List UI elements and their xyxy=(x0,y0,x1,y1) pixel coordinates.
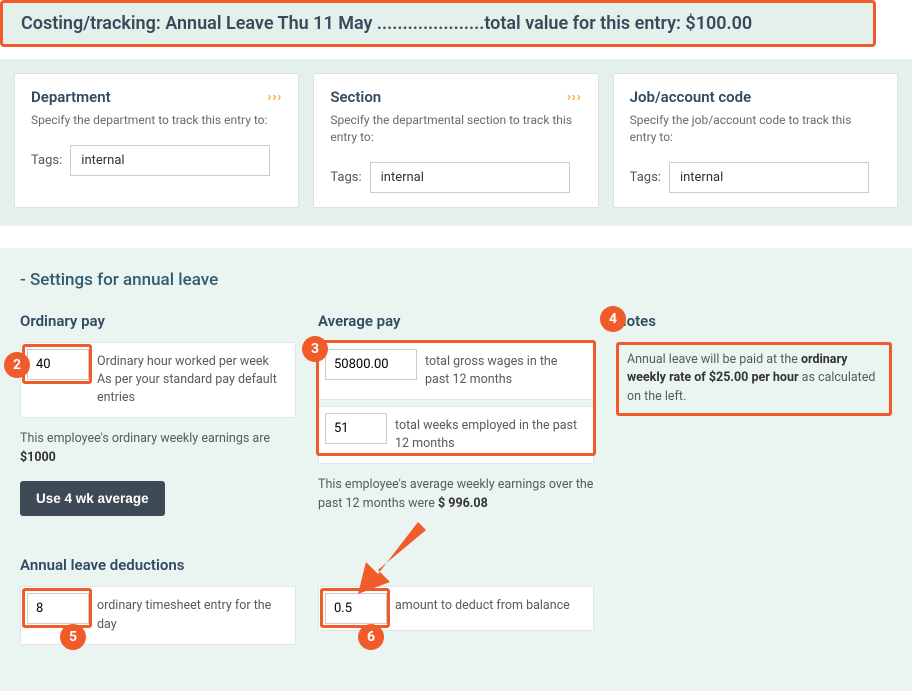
annotation-badge-3: 3 xyxy=(302,336,328,362)
section-title: Section xyxy=(330,88,381,106)
department-tags-input[interactable] xyxy=(70,145,270,176)
jobcode-tags-label: Tags: xyxy=(630,170,661,185)
ordinary-pay-column: Ordinary pay Ordinary hour worked per we… xyxy=(20,312,296,517)
use-4wk-average-button[interactable]: Use 4 wk average xyxy=(20,481,165,516)
notes-title: Notes xyxy=(616,312,892,330)
chevron-right-icon[interactable]: ››› xyxy=(567,90,582,105)
highlight-box-5 xyxy=(22,588,92,628)
chevron-right-icon[interactable]: ››› xyxy=(268,90,283,105)
ordinary-earnings-note: This employee's ordinary weekly earnings… xyxy=(20,430,296,468)
highlight-box-2 xyxy=(22,344,92,384)
jobcode-tags-input[interactable] xyxy=(669,162,869,193)
ordinary-pay-title: Ordinary pay xyxy=(20,312,296,330)
section-tags-input[interactable] xyxy=(370,162,570,193)
deductions-title: Annual leave deductions xyxy=(20,556,296,574)
annotation-badge-5: 5 xyxy=(60,624,86,650)
highlight-box-6 xyxy=(320,588,390,628)
department-tags-label: Tags: xyxy=(31,153,62,168)
section-card: Section ››› Specify the departmental sec… xyxy=(313,73,598,208)
annotation-badge-4: 4 xyxy=(600,306,626,332)
timesheet-entry-desc: ordinary timesheet entry for the day xyxy=(95,587,295,643)
notes-column: Notes 4 Annual leave will be paid at the… xyxy=(616,312,892,517)
jobcode-title: Job/account code xyxy=(630,88,752,106)
settings-region: - Settings for annual leave Ordinary pay… xyxy=(0,248,912,691)
ordinary-hours-desc: Ordinary hour worked per week As per you… xyxy=(95,343,295,417)
department-card: Department ››› Specify the department to… xyxy=(14,73,299,208)
highlight-box-3 xyxy=(316,340,596,456)
tracking-cards-row: Department ››› Specify the department to… xyxy=(0,59,912,226)
average-pay-column: Average pay 3 total gross wages in the p… xyxy=(318,312,594,517)
department-help: Specify the department to track this ent… xyxy=(31,112,282,129)
annotation-badge-6: 6 xyxy=(358,624,384,650)
deduct-amount-desc: amount to deduct from balance xyxy=(393,587,593,625)
jobcode-help: Specify the job/account code to track th… xyxy=(630,112,881,146)
average-pay-title: Average pay xyxy=(318,312,594,330)
costing-header-bar: Costing/tracking: Annual Leave Thu 11 Ma… xyxy=(0,0,876,47)
section-help: Specify the departmental section to trac… xyxy=(330,112,581,146)
department-title: Department xyxy=(31,88,111,106)
section-tags-label: Tags: xyxy=(330,170,361,185)
deductions-section: Annual leave deductions ordinary timeshe… xyxy=(20,556,892,650)
jobcode-card: Job/account code Specify the job/account… xyxy=(613,73,898,208)
costing-header-title: Costing/tracking: Annual Leave Thu 11 Ma… xyxy=(21,13,855,34)
average-earnings-note: This employee's average weekly earnings … xyxy=(318,476,594,514)
settings-title: - Settings for annual leave xyxy=(20,270,892,290)
annotation-badge-2: 2 xyxy=(4,352,30,378)
notes-text: Annual leave will be paid at the ordinar… xyxy=(616,342,892,416)
